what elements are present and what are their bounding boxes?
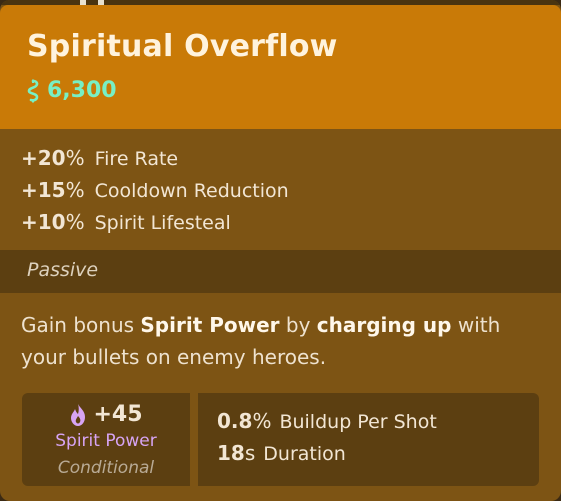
stat-unit: % <box>65 210 85 234</box>
item-tooltip-card: Spiritual Overflow 6,300 +20% Fire Rate +… <box>0 0 561 501</box>
spirit-flame-icon <box>71 403 86 426</box>
stat-label: Fire Rate <box>94 148 179 170</box>
desc-text: by <box>279 313 317 337</box>
item-title: Spiritual Overflow <box>27 29 338 64</box>
souls-icon <box>27 79 39 102</box>
spirit-power-value: +45 <box>93 402 143 427</box>
stat-value: +20 <box>21 146 66 170</box>
desc-text: Gain bonus <box>21 313 141 337</box>
property-unit: s <box>244 441 256 465</box>
stat-value: +15 <box>21 178 66 202</box>
passive-header: Passive <box>0 250 561 293</box>
spirit-power-box: +45 Spirit Power Conditional <box>22 393 190 486</box>
passive-label: Passive <box>27 259 99 281</box>
stat-value: +10 <box>21 210 66 234</box>
property-value: 0.8 <box>217 409 253 433</box>
stat-label: Spirit Lifesteal <box>94 212 231 234</box>
item-header: Spiritual Overflow 6,300 <box>0 5 561 129</box>
stat-unit: % <box>65 146 85 170</box>
stat-row: +15% Cooldown Reduction <box>21 178 289 202</box>
property-row: 0.8% Buildup Per Shot <box>217 409 437 433</box>
spirit-power-condition: Conditional <box>57 458 155 478</box>
stat-unit: % <box>65 178 85 202</box>
passive-properties-box: 0.8% Buildup Per Shot 18 s Duration <box>198 393 539 486</box>
property-unit: % <box>252 409 272 433</box>
stat-row: +10% Spirit Lifesteal <box>21 210 231 234</box>
stat-row: +20% Fire Rate <box>21 146 178 170</box>
item-cost: 6,300 <box>25 78 117 103</box>
stat-label: Cooldown Reduction <box>94 180 289 202</box>
passive-description: Gain bonus Spirit Power by charging up w… <box>21 309 541 373</box>
cost-value: 6,300 <box>47 78 117 103</box>
desc-keyword: Spirit Power <box>140 313 280 337</box>
spirit-power-value-row: +45 <box>22 402 190 427</box>
property-value: 18 <box>217 441 245 465</box>
property-label: Buildup Per Shot <box>279 411 437 433</box>
spirit-power-name: Spirit Power <box>55 431 157 451</box>
property-label: Duration <box>263 443 346 465</box>
property-row: 18 s Duration <box>217 441 346 465</box>
desc-keyword: charging up <box>316 313 452 337</box>
stats-section: +20% Fire Rate +15% Cooldown Reduction +10… <box>0 129 561 250</box>
